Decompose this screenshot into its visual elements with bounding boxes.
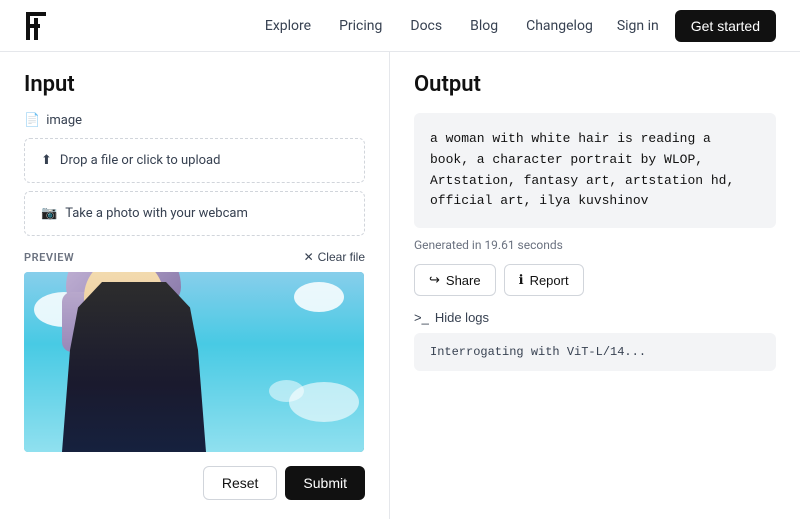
nav-links: Explore Pricing Docs Blog Changelog	[265, 18, 593, 34]
hide-logs-button[interactable]: >_ Hide logs	[414, 310, 489, 325]
signin-link[interactable]: Sign in	[617, 18, 659, 34]
output-actions: ↪ Share ℹ Report	[414, 264, 776, 296]
input-panel: Input 📄 image ⬆ Drop a file or click to …	[0, 52, 390, 519]
preview-header: PREVIEW ✕ Clear file	[24, 250, 365, 264]
logo[interactable]	[24, 10, 56, 42]
nav-changelog[interactable]: Changelog	[526, 18, 593, 34]
webcam-area[interactable]: 📷 Take a photo with your webcam	[24, 191, 365, 236]
output-text: a woman with white hair is reading a boo…	[430, 131, 734, 208]
share-icon: ↪	[429, 272, 440, 288]
navbar: Explore Pricing Docs Blog Changelog Sign…	[0, 0, 800, 52]
image-label: 📄 image	[24, 113, 365, 128]
logs-box: Interrogating with ViT-L/14...	[414, 333, 776, 371]
report-button[interactable]: ℹ Report	[504, 264, 584, 296]
generated-time: Generated in 19.61 seconds	[414, 238, 776, 252]
report-icon: ℹ	[519, 272, 524, 288]
nav-blog[interactable]: Blog	[470, 18, 498, 34]
reset-button[interactable]: Reset	[203, 466, 278, 500]
action-buttons: Reset Submit	[24, 466, 365, 500]
nav-explore[interactable]: Explore	[265, 18, 311, 34]
logs-text: Interrogating with ViT-L/14...	[430, 345, 646, 359]
preview-label: PREVIEW	[24, 251, 74, 264]
share-button[interactable]: ↪ Share	[414, 264, 496, 296]
submit-button[interactable]: Submit	[285, 466, 365, 500]
nav-docs[interactable]: Docs	[410, 18, 442, 34]
main-content: Input 📄 image ⬆ Drop a file or click to …	[0, 52, 800, 519]
clear-file-button[interactable]: ✕ Clear file	[304, 250, 365, 264]
x-icon: ✕	[304, 250, 314, 264]
output-text-box: a woman with white hair is reading a boo…	[414, 113, 776, 228]
preview-image	[24, 272, 364, 452]
input-title: Input	[24, 72, 365, 97]
nav-pricing[interactable]: Pricing	[339, 18, 382, 34]
camera-icon: 📷	[41, 206, 57, 221]
output-panel: Output a woman with white hair is readin…	[390, 52, 800, 519]
terminal-icon: >_	[414, 310, 429, 325]
upload-icon: ⬆	[41, 153, 52, 168]
file-icon: 📄	[24, 113, 40, 128]
file-upload-area[interactable]: ⬆ Drop a file or click to upload	[24, 138, 365, 183]
get-started-button[interactable]: Get started	[675, 10, 776, 42]
output-title: Output	[414, 72, 776, 97]
